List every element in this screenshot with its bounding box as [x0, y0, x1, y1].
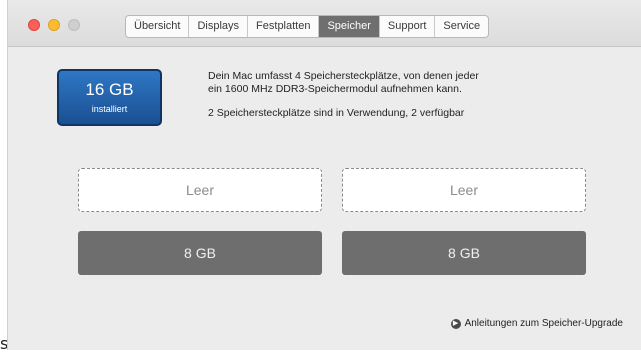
- arrow-right-circle-icon: ▶: [450, 318, 461, 329]
- tab-festplatten[interactable]: Festplatten: [248, 16, 320, 37]
- tab-bar: Übersicht Displays Festplatten Speicher …: [125, 15, 490, 38]
- minimize-button[interactable]: [48, 19, 60, 31]
- tab-speicher[interactable]: Speicher: [319, 16, 380, 37]
- tab-support[interactable]: Support: [380, 16, 436, 37]
- info-line-2: ein 1600 MHz DDR3-Speichermodul aufnehme…: [208, 83, 462, 95]
- about-this-mac-window: Übersicht Displays Festplatten Speicher …: [7, 0, 641, 350]
- memory-installed-label: installiert: [91, 104, 128, 114]
- tab-service[interactable]: Service: [435, 16, 488, 37]
- memory-upgrade-link[interactable]: ▶ Anleitungen zum Speicher-Upgrade: [450, 318, 623, 329]
- memory-slot-empty-1: Leer: [78, 168, 322, 212]
- tab-displays[interactable]: Displays: [189, 16, 249, 37]
- memory-upgrade-label: Anleitungen zum Speicher-Upgrade: [464, 318, 623, 329]
- memory-info: Dein Mac umfasst 4 Speichersteckplätze, …: [208, 70, 608, 120]
- memory-panel: 16 GB installiert Dein Mac umfasst 4 Spe…: [8, 48, 641, 350]
- tab-uebersicht[interactable]: Übersicht: [126, 16, 190, 37]
- zoom-button[interactable]: [68, 19, 80, 31]
- memory-slot-filled-2: 8 GB: [342, 231, 586, 275]
- info-line-3: 2 Speichersteckplätze sind in Verwendung…: [208, 107, 465, 119]
- memory-slot-filled-1: 8 GB: [78, 231, 322, 275]
- memory-slot-empty-2: Leer: [342, 168, 586, 212]
- info-line-1: Dein Mac umfasst 4 Speichersteckplätze, …: [208, 70, 479, 82]
- memory-size: 16 GB: [85, 80, 134, 99]
- close-button[interactable]: [28, 19, 40, 31]
- memory-installed-badge: 16 GB installiert: [57, 69, 162, 126]
- title-bar: Übersicht Displays Festplatten Speicher …: [8, 0, 641, 47]
